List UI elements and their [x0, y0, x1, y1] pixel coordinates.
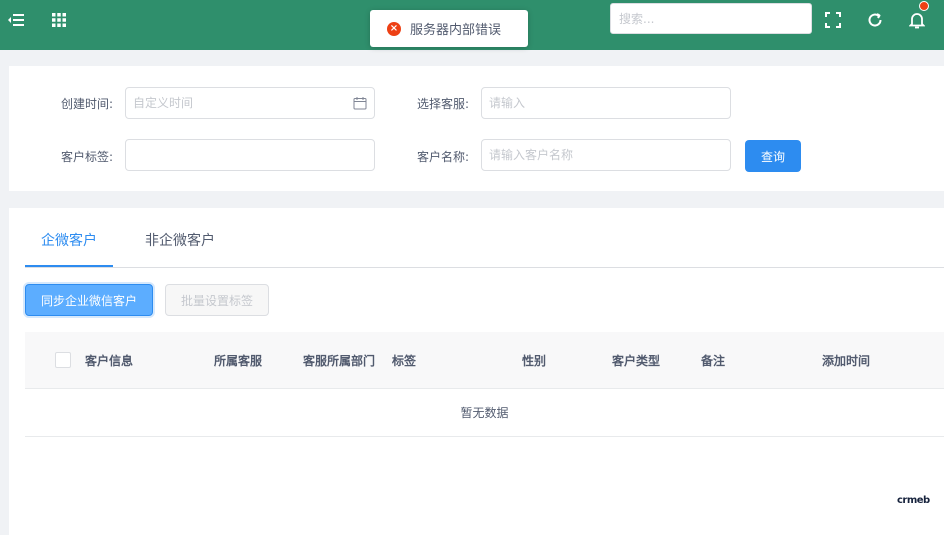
fullscreen-icon[interactable] — [823, 10, 843, 30]
agent-label: 选择客服: — [417, 97, 470, 111]
search-input[interactable] — [611, 4, 811, 33]
column-header[interactable]: 所属客服 — [214, 352, 262, 369]
customer-name-field[interactable] — [481, 139, 731, 171]
customer-name-label: 客户名称: — [417, 150, 470, 164]
column-header[interactable]: 客户类型 — [612, 352, 660, 369]
column-header[interactable]: 客服所属部门 — [303, 352, 375, 369]
table-empty-state: 暂无数据 — [25, 389, 944, 437]
calendar-icon — [353, 97, 367, 110]
refresh-icon[interactable] — [865, 10, 885, 30]
batch-set-tags-button[interactable]: 批量设置标签 — [165, 284, 269, 316]
select-all-checkbox[interactable] — [55, 352, 71, 368]
created-time-picker[interactable] — [125, 87, 375, 119]
menu-toggle-icon[interactable] — [6, 10, 26, 30]
customer-tabs: 企微客户 非企微客户 — [25, 208, 944, 268]
tag-label: 客户标签: — [61, 150, 114, 164]
tag-field[interactable] — [125, 139, 375, 171]
column-header[interactable]: 标签 — [392, 352, 416, 369]
apps-grid-icon[interactable] — [49, 10, 69, 30]
notification-badge — [919, 1, 929, 11]
created-time-input[interactable] — [133, 96, 353, 110]
table-header: 客户信息 所属客服 客服所属部门 标签 性别 客户类型 备注 添加时间 — [25, 332, 944, 389]
crmeb-logo: crmeb — [897, 495, 930, 506]
tab-non-wecom-customers[interactable]: 非企微客户 — [145, 230, 215, 250]
error-toast: × 服务器内部错误 — [370, 10, 528, 47]
column-header[interactable]: 客户信息 — [85, 352, 133, 369]
customer-name-input[interactable] — [489, 148, 723, 162]
toast-message: 服务器内部错误 — [410, 23, 502, 38]
customer-list-panel: 企微客户 非企微客户 同步企业微信客户 批量设置标签 客户信息 所属客服 客服所… — [9, 208, 944, 535]
tab-wecom-customers[interactable]: 企微客户 — [41, 230, 97, 250]
tag-input[interactable] — [133, 148, 367, 162]
error-icon: × — [387, 21, 401, 36]
query-button[interactable]: 查询 — [745, 140, 801, 172]
filter-panel: 创建时间: 选择客服: 客户标签: 客户名称: 查询 — [9, 66, 944, 191]
agent-input[interactable] — [489, 96, 723, 110]
agent-select[interactable] — [481, 87, 731, 119]
column-header[interactable]: 添加时间 — [822, 352, 870, 369]
column-header[interactable]: 性别 — [522, 352, 546, 369]
notification-bell-icon[interactable] — [907, 1, 929, 30]
global-search[interactable] — [610, 3, 812, 34]
active-tab-indicator — [25, 265, 113, 267]
column-header[interactable]: 备注 — [701, 352, 725, 369]
created-time-label: 创建时间: — [61, 97, 114, 111]
sync-wecom-customers-button[interactable]: 同步企业微信客户 — [25, 284, 153, 316]
